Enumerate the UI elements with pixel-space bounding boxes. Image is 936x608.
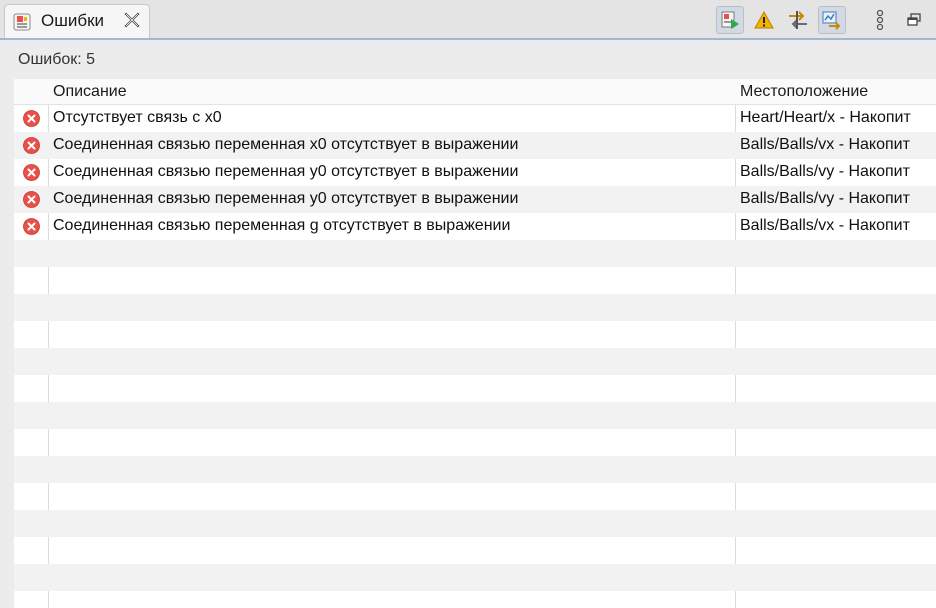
table-row <box>14 375 936 402</box>
problem-location: Balls/Balls/vx - Накопит <box>740 217 910 234</box>
error-icon <box>23 218 40 235</box>
problem-description: Соединенная связью переменная x0 отсутст… <box>53 136 519 153</box>
problem-location: Heart/Heart/x - Накопит <box>740 109 911 126</box>
table-row <box>14 564 936 591</box>
column-header-description[interactable]: Описание <box>53 83 127 101</box>
table-row <box>14 240 936 267</box>
problem-location: Balls/Balls/vy - Накопит <box>740 190 910 207</box>
table-row <box>14 294 936 321</box>
run-check-button[interactable] <box>716 6 744 34</box>
tab-problems[interactable]: Ошибки <box>4 4 150 38</box>
show-source-button[interactable] <box>818 6 846 34</box>
kebab-menu-icon <box>876 9 884 31</box>
table-row <box>14 537 936 564</box>
error-icon <box>23 191 40 208</box>
problem-location: Balls/Balls/vx - Накопит <box>740 136 910 153</box>
restore-window-icon <box>907 13 921 26</box>
problems-view-icon <box>13 13 31 31</box>
table-body: Отсутствует связь с x0 Heart/Heart/x - На… <box>14 105 936 608</box>
table-row <box>14 267 936 294</box>
error-icon <box>23 137 40 154</box>
table-row <box>14 510 936 537</box>
warnings-filter-button[interactable] <box>750 6 778 34</box>
table-row[interactable]: Соединенная связью переменная y0 отсутст… <box>14 159 936 186</box>
error-icon <box>23 164 40 181</box>
table-row <box>14 402 936 429</box>
error-count: Ошибок: 5 <box>18 51 96 68</box>
connections-icon <box>789 11 807 29</box>
table-row <box>14 321 936 348</box>
close-tab-icon[interactable] <box>123 11 141 29</box>
table-row <box>14 483 936 510</box>
warning-icon <box>754 10 774 29</box>
problems-table: Описание Местоположение Отсутствует связ… <box>14 79 936 608</box>
error-icon <box>23 110 40 127</box>
table-row[interactable]: Отсутствует связь с x0 Heart/Heart/x - На… <box>14 105 936 132</box>
problem-description: Соединенная связью переменная y0 отсутст… <box>53 163 519 180</box>
problem-description: Отсутствует связь с x0 <box>53 109 222 126</box>
restore-button[interactable] <box>900 6 928 34</box>
problem-location: Balls/Balls/vy - Накопит <box>740 163 910 180</box>
table-header: Описание Местоположение <box>14 79 936 105</box>
table-row[interactable]: Соединенная связью переменная x0 отсутст… <box>14 132 936 159</box>
chart-link-icon <box>822 11 841 30</box>
run-check-icon <box>721 11 739 29</box>
tab-title: Ошибки <box>41 11 105 30</box>
view-tab-bar: Ошибки <box>0 0 936 40</box>
column-header-location[interactable]: Местоположение <box>740 83 868 101</box>
table-row <box>14 456 936 483</box>
table-row[interactable]: Соединенная связью переменная y0 отсутст… <box>14 186 936 213</box>
problem-description: Соединенная связью переменная y0 отсутст… <box>53 190 519 207</box>
table-row <box>14 429 936 456</box>
problem-description: Соединенная связью переменная g отсутств… <box>53 217 511 234</box>
view-toolbar <box>716 4 928 36</box>
table-row <box>14 348 936 375</box>
table-row[interactable]: Соединенная связью переменная g отсутств… <box>14 213 936 240</box>
connections-button[interactable] <box>784 6 812 34</box>
table-row <box>14 591 936 608</box>
view-menu-button[interactable] <box>866 6 894 34</box>
